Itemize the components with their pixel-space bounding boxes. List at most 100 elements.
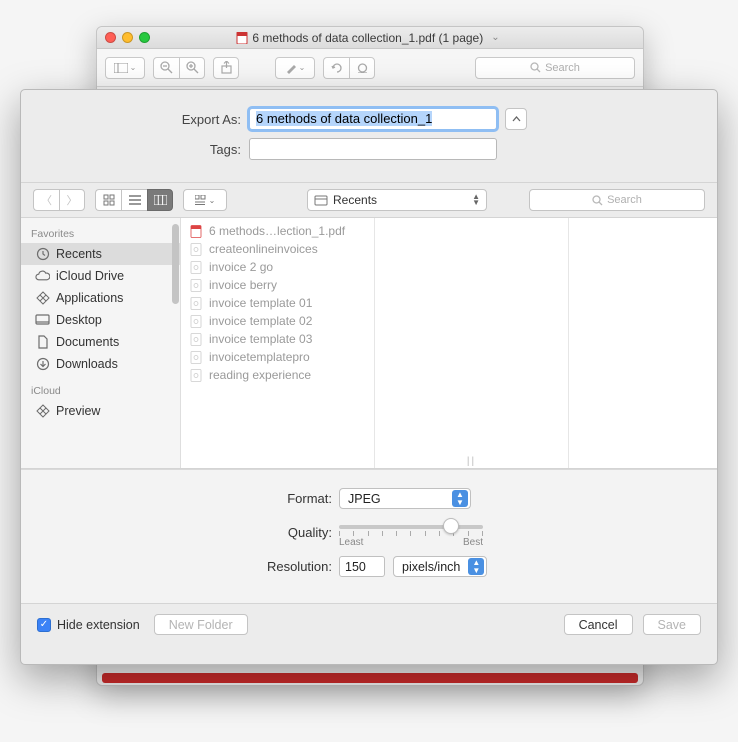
column-resize-handle[interactable]: || bbox=[375, 222, 568, 467]
sidebar-item-label: Downloads bbox=[56, 357, 118, 371]
file-row[interactable]: invoice 2 go bbox=[181, 258, 374, 276]
file-name: invoicetemplatepro bbox=[209, 350, 310, 364]
file-row[interactable]: invoicetemplatepro bbox=[181, 348, 374, 366]
zoom-window-button[interactable] bbox=[139, 32, 150, 43]
app-search-field[interactable]: Search bbox=[475, 57, 635, 79]
file-name: 6 methods…lection_1.pdf bbox=[209, 224, 345, 238]
file-row[interactable]: invoice template 02 bbox=[181, 312, 374, 330]
title-dropdown-icon[interactable]: ⌄ bbox=[491, 32, 499, 43]
sidebar: Favorites Recents iCloud Drive Application… bbox=[21, 218, 181, 468]
sidebar-item-label: Applications bbox=[56, 291, 123, 305]
zoom-in-button[interactable] bbox=[179, 57, 205, 79]
window-title: 6 methods of data collection_1.pdf (1 pa… bbox=[252, 31, 483, 45]
file-row[interactable]: invoice template 01 bbox=[181, 294, 374, 312]
popup-arrows-icon: ▲▼ bbox=[472, 194, 480, 206]
file-browser: Favorites Recents iCloud Drive Application… bbox=[21, 217, 717, 469]
clock-icon bbox=[35, 248, 50, 261]
minimize-window-button[interactable] bbox=[122, 32, 133, 43]
sidebar-item-desktop[interactable]: Desktop bbox=[21, 309, 180, 331]
icon-view-button[interactable] bbox=[95, 189, 121, 211]
desktop-icon bbox=[35, 314, 50, 327]
file-icon bbox=[189, 242, 203, 256]
sheet-footer: ✓ Hide extension New Folder Cancel Save bbox=[21, 603, 717, 645]
sidebar-scrollbar[interactable] bbox=[172, 224, 179, 304]
resolution-unit-select[interactable]: pixels/inch ▲▼ bbox=[393, 556, 487, 577]
collapse-sheet-button[interactable] bbox=[505, 108, 527, 130]
sidebar-item-recents[interactable]: Recents bbox=[21, 243, 180, 265]
file-column-3 bbox=[569, 218, 717, 468]
file-name: invoice berry bbox=[209, 278, 277, 292]
group-by-button[interactable]: ⌄ bbox=[183, 189, 227, 211]
sidebar-header-favorites: Favorites bbox=[21, 224, 180, 243]
sidebar-item-downloads[interactable]: Downloads bbox=[21, 353, 180, 375]
file-icon bbox=[189, 224, 203, 238]
cloud-icon bbox=[35, 270, 50, 283]
file-column-1: 6 methods…lection_1.pdf createonlineinvoi… bbox=[181, 218, 375, 468]
file-name: invoice 2 go bbox=[209, 260, 273, 274]
file-row[interactable]: 6 methods…lection_1.pdf bbox=[181, 222, 374, 240]
quality-label: Quality: bbox=[41, 525, 339, 540]
app-icon bbox=[35, 292, 50, 305]
hide-extension-checkbox[interactable]: ✓ bbox=[37, 618, 51, 632]
sidebar-header-icloud: iCloud bbox=[21, 381, 180, 400]
search-placeholder: Search bbox=[545, 62, 580, 74]
file-column-2: || bbox=[375, 218, 569, 468]
export-options: Format: JPEG ▲▼ Quality: Least Best bbox=[21, 469, 717, 603]
file-icon bbox=[189, 350, 203, 364]
save-button[interactable]: Save bbox=[643, 614, 702, 635]
forward-button[interactable]: 〉 bbox=[59, 189, 85, 211]
highlight-button[interactable]: ⌄ bbox=[275, 57, 315, 79]
sidebar-item-icloud-drive[interactable]: iCloud Drive bbox=[21, 265, 180, 287]
search-icon bbox=[530, 62, 541, 73]
tags-input[interactable] bbox=[249, 138, 497, 160]
file-name: invoice template 03 bbox=[209, 332, 312, 346]
file-browser-search[interactable]: Search bbox=[529, 189, 705, 211]
sidebar-item-documents[interactable]: Documents bbox=[21, 331, 180, 353]
tags-label: Tags: bbox=[41, 142, 249, 157]
file-name: createonlineinvoices bbox=[209, 242, 318, 256]
quality-slider[interactable] bbox=[339, 517, 483, 536]
location-value: Recents bbox=[333, 193, 377, 207]
recents-location-icon bbox=[314, 194, 328, 206]
file-row[interactable]: createonlineinvoices bbox=[181, 240, 374, 258]
format-label: Format: bbox=[41, 491, 339, 506]
sidebar-item-label: iCloud Drive bbox=[56, 269, 124, 283]
sidebar-item-label: Recents bbox=[56, 247, 102, 261]
back-button[interactable]: 〈 bbox=[33, 189, 59, 211]
file-row[interactable]: invoice berry bbox=[181, 276, 374, 294]
format-value: JPEG bbox=[348, 492, 381, 506]
pdf-document-icon bbox=[235, 31, 248, 44]
file-icon bbox=[189, 368, 203, 382]
slider-thumb[interactable] bbox=[443, 518, 459, 534]
file-name: reading experience bbox=[209, 368, 311, 382]
format-select[interactable]: JPEG ▲▼ bbox=[339, 488, 471, 509]
close-window-button[interactable] bbox=[105, 32, 116, 43]
search-placeholder: Search bbox=[607, 194, 642, 206]
titlebar: 6 methods of data collection_1.pdf (1 pa… bbox=[97, 27, 643, 49]
export-as-input[interactable]: 6 methods of data collection_1 bbox=[249, 108, 497, 130]
sidebar-item-label: Documents bbox=[56, 335, 119, 349]
file-row[interactable]: invoice template 03 bbox=[181, 330, 374, 348]
hide-extension-label: Hide extension bbox=[57, 618, 140, 632]
share-button[interactable] bbox=[213, 57, 239, 79]
list-view-button[interactable] bbox=[121, 189, 147, 211]
resolution-unit-value: pixels/inch bbox=[402, 560, 460, 574]
resolution-label: Resolution: bbox=[41, 559, 339, 574]
cancel-button[interactable]: Cancel bbox=[564, 614, 633, 635]
markup-button[interactable] bbox=[349, 57, 375, 79]
zoom-out-button[interactable] bbox=[153, 57, 179, 79]
app-toolbar: ⌄ ⌄ Search bbox=[97, 49, 643, 87]
select-arrows-icon: ▲▼ bbox=[468, 558, 484, 575]
new-folder-button[interactable]: New Folder bbox=[154, 614, 248, 635]
column-view-button[interactable] bbox=[147, 189, 173, 211]
export-save-sheet: Export As: 6 methods of data collection_… bbox=[20, 89, 718, 665]
sidebar-item-applications[interactable]: Applications bbox=[21, 287, 180, 309]
sidebar-item-preview[interactable]: Preview bbox=[21, 400, 180, 422]
rotate-button[interactable] bbox=[323, 57, 349, 79]
location-popup[interactable]: Recents ▲▼ bbox=[307, 189, 487, 211]
file-icon bbox=[189, 332, 203, 346]
file-row[interactable]: reading experience bbox=[181, 366, 374, 384]
sidebar-view-button[interactable]: ⌄ bbox=[105, 57, 145, 79]
resolution-input[interactable]: 150 bbox=[339, 556, 385, 577]
select-arrows-icon: ▲▼ bbox=[452, 490, 468, 507]
